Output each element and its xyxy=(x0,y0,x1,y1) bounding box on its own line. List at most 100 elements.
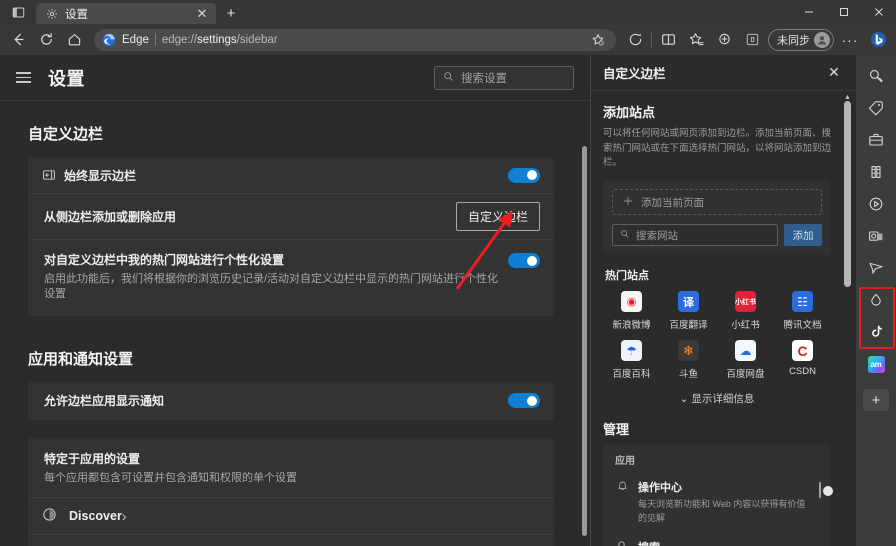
sidebar-item-water-drop[interactable] xyxy=(861,285,891,315)
row-label: 对自定义边栏中我的热门网站进行个性化设置 xyxy=(44,253,285,267)
sidebar-item-media[interactable] xyxy=(861,189,891,219)
add-site-description: 可以将任何网站或网页添加到边栏。添加当前页面、搜索热门网站或在下面选择热门网站，… xyxy=(603,128,832,169)
list-item[interactable]: 搜索 › xyxy=(28,535,554,546)
settings-header: 设置 搜索设置 xyxy=(0,55,590,101)
sidebar-item-tools[interactable] xyxy=(861,125,891,155)
manage-row-action-center[interactable]: 操作中心 每天浏览新功能和 Web 内容以获得有价值的见解 xyxy=(603,472,833,532)
favorites-star-icon[interactable] xyxy=(682,27,710,53)
refresh-button[interactable] xyxy=(32,27,60,53)
hot-site-weibo[interactable]: ◉ 新浪微博 xyxy=(603,291,660,331)
tencent-docs-icon: ☷ xyxy=(792,291,813,313)
manage-row-label: 搜索 xyxy=(638,539,812,546)
more-options-button[interactable]: ··· xyxy=(836,27,864,53)
sidebar-item-outlook[interactable] xyxy=(861,221,891,251)
toggle-allow-notifications[interactable] xyxy=(508,393,540,409)
hot-site-label: 百度网盘 xyxy=(726,369,765,381)
close-button[interactable] xyxy=(861,0,896,24)
toggle-always-show-sidebar[interactable] xyxy=(508,167,540,183)
weibo-icon: ◉ xyxy=(621,291,642,313)
manage-subtitle: 应用 xyxy=(615,456,635,468)
add-site-title: 添加站点 xyxy=(603,105,656,120)
hot-site-label: 小红书 xyxy=(731,320,760,332)
add-current-page-button[interactable]: 添加当前页面 xyxy=(612,189,822,216)
brand-label: Edge xyxy=(122,33,149,46)
browser-toolbar: Edge edge://settings/sidebar 未同步 ··· xyxy=(0,24,896,55)
row-allow-notifications[interactable]: 允许边栏应用显示通知 xyxy=(28,382,554,420)
row-personalize-top-sites[interactable]: 对自定义边栏中我的热门网站进行个性化设置 启用此功能后，我们将根据你的浏览历史记… xyxy=(28,240,554,316)
sidebar-item-send[interactable] xyxy=(861,253,891,283)
bing-chat-icon[interactable] xyxy=(864,27,892,53)
hot-site-csdn[interactable]: C CSDN xyxy=(774,340,831,380)
favorite-star-icon[interactable] xyxy=(588,30,608,50)
add-site-button[interactable]: 添加 xyxy=(784,224,822,247)
row-always-show-sidebar[interactable]: 始终显示边栏 xyxy=(28,157,554,193)
row-label: 从侧边栏添加或删除应用 xyxy=(44,210,177,224)
search-input[interactable]: 搜索设置 xyxy=(434,65,574,90)
hot-site-baidu-baike[interactable]: ☂ 百度百科 xyxy=(603,340,660,380)
hot-site-label: 新浪微博 xyxy=(612,320,651,332)
show-details-label: 显示详细信息 xyxy=(691,393,755,406)
hot-site-xiaohongshu[interactable]: 小红书 小红书 xyxy=(717,291,774,331)
sidebar-item-am[interactable]: am xyxy=(861,349,891,379)
show-details-link[interactable]: ⌄ 显示详细信息 xyxy=(603,391,831,406)
hot-site-label: 腾讯文档 xyxy=(783,320,822,332)
omnibox-divider xyxy=(154,33,156,46)
row-label: 允许边栏应用显示通知 xyxy=(44,394,165,409)
notifications-card: 允许边栏应用显示通知 xyxy=(28,381,554,420)
toggle-action-center[interactable] xyxy=(819,482,833,499)
profile-button[interactable]: 未同步 xyxy=(768,28,834,51)
hot-site-tencent-docs[interactable]: ☷ 腾讯文档 xyxy=(774,291,831,331)
home-icon[interactable] xyxy=(60,27,88,53)
page-scrollbar[interactable] xyxy=(582,146,587,536)
address-bar[interactable]: Edge edge://settings/sidebar xyxy=(94,28,616,51)
settings-gear-icon xyxy=(45,7,58,20)
hot-site-baidu-translate[interactable]: 译 百度翻译 xyxy=(660,291,717,331)
search-icon xyxy=(615,540,629,546)
customize-sidebar-card: 始终显示边栏 从侧边栏添加或删除应用 自定义边栏 对自定义边栏中我的热门网站进行… xyxy=(28,157,554,316)
minimize-button[interactable] xyxy=(791,0,826,24)
site-search-row: 搜索网站 添加 xyxy=(612,224,822,247)
douyu-icon: ❄ xyxy=(678,340,699,362)
page-title: 设置 xyxy=(48,68,85,89)
row-add-remove-apps[interactable]: 从侧边栏添加或删除应用 自定义边栏 xyxy=(28,194,554,239)
back-button[interactable] xyxy=(4,27,32,53)
hot-site-label: 百度百科 xyxy=(612,369,651,381)
hot-site-label: CSDN xyxy=(789,366,816,378)
sidebar-item-games[interactable] xyxy=(861,157,891,187)
split-screen-icon[interactable] xyxy=(654,27,682,53)
browser-essentials-icon[interactable] xyxy=(738,27,766,53)
new-tab-button[interactable]: + xyxy=(218,2,244,24)
tab-search-icon[interactable] xyxy=(0,0,36,24)
sidebar-add-button[interactable]: + xyxy=(863,389,889,411)
panel-scrollbar[interactable] xyxy=(844,101,851,287)
hamburger-menu-icon[interactable] xyxy=(16,67,38,89)
sync-status-label: 未同步 xyxy=(777,34,810,47)
close-icon[interactable]: ✕ xyxy=(822,61,846,85)
list-item[interactable]: Discover › xyxy=(28,498,554,534)
sidebar-item-shopping[interactable] xyxy=(861,93,891,123)
hot-site-baidu-pan[interactable]: ☁ 百度网盘 xyxy=(717,340,774,380)
title-bar: 设置 ✕ + xyxy=(0,0,896,24)
add-site-card: 添加当前页面 搜索网站 添加 xyxy=(603,180,831,256)
search-icon xyxy=(443,71,454,85)
browser-tab-settings[interactable]: 设置 ✕ xyxy=(36,3,216,24)
discover-icon xyxy=(42,507,57,525)
plus-icon xyxy=(623,196,633,209)
edge-sidebar: am + xyxy=(856,55,896,546)
baidu-baike-icon: ☂ xyxy=(621,340,642,362)
customize-sidebar-button[interactable]: 自定义边栏 xyxy=(455,202,540,231)
collections-icon[interactable] xyxy=(710,27,738,53)
panel-title: 自定义边栏 xyxy=(603,67,666,81)
sidebar-item-tiktok[interactable] xyxy=(861,317,891,347)
site-search-placeholder: 搜索网站 xyxy=(636,229,678,242)
site-search-input[interactable]: 搜索网站 xyxy=(612,224,778,247)
copilot-icon[interactable] xyxy=(621,27,649,53)
toggle-personalize-top-sites[interactable] xyxy=(508,253,540,268)
hot-site-douyu[interactable]: ❄ 斗鱼 xyxy=(660,340,717,380)
manage-row-search[interactable]: 搜索 搜索而不丢失你的位置 xyxy=(603,532,831,546)
hot-sites-grid: ◉ 新浪微博 译 百度翻译 小红书 小红书 ☷ 腾讯文档 ☂ 百度百科 ❄ 斗鱼… xyxy=(603,291,831,380)
avatar xyxy=(814,31,830,48)
maximize-button[interactable] xyxy=(826,0,861,24)
sidebar-item-search[interactable] xyxy=(861,61,891,91)
close-icon[interactable]: ✕ xyxy=(194,6,210,22)
